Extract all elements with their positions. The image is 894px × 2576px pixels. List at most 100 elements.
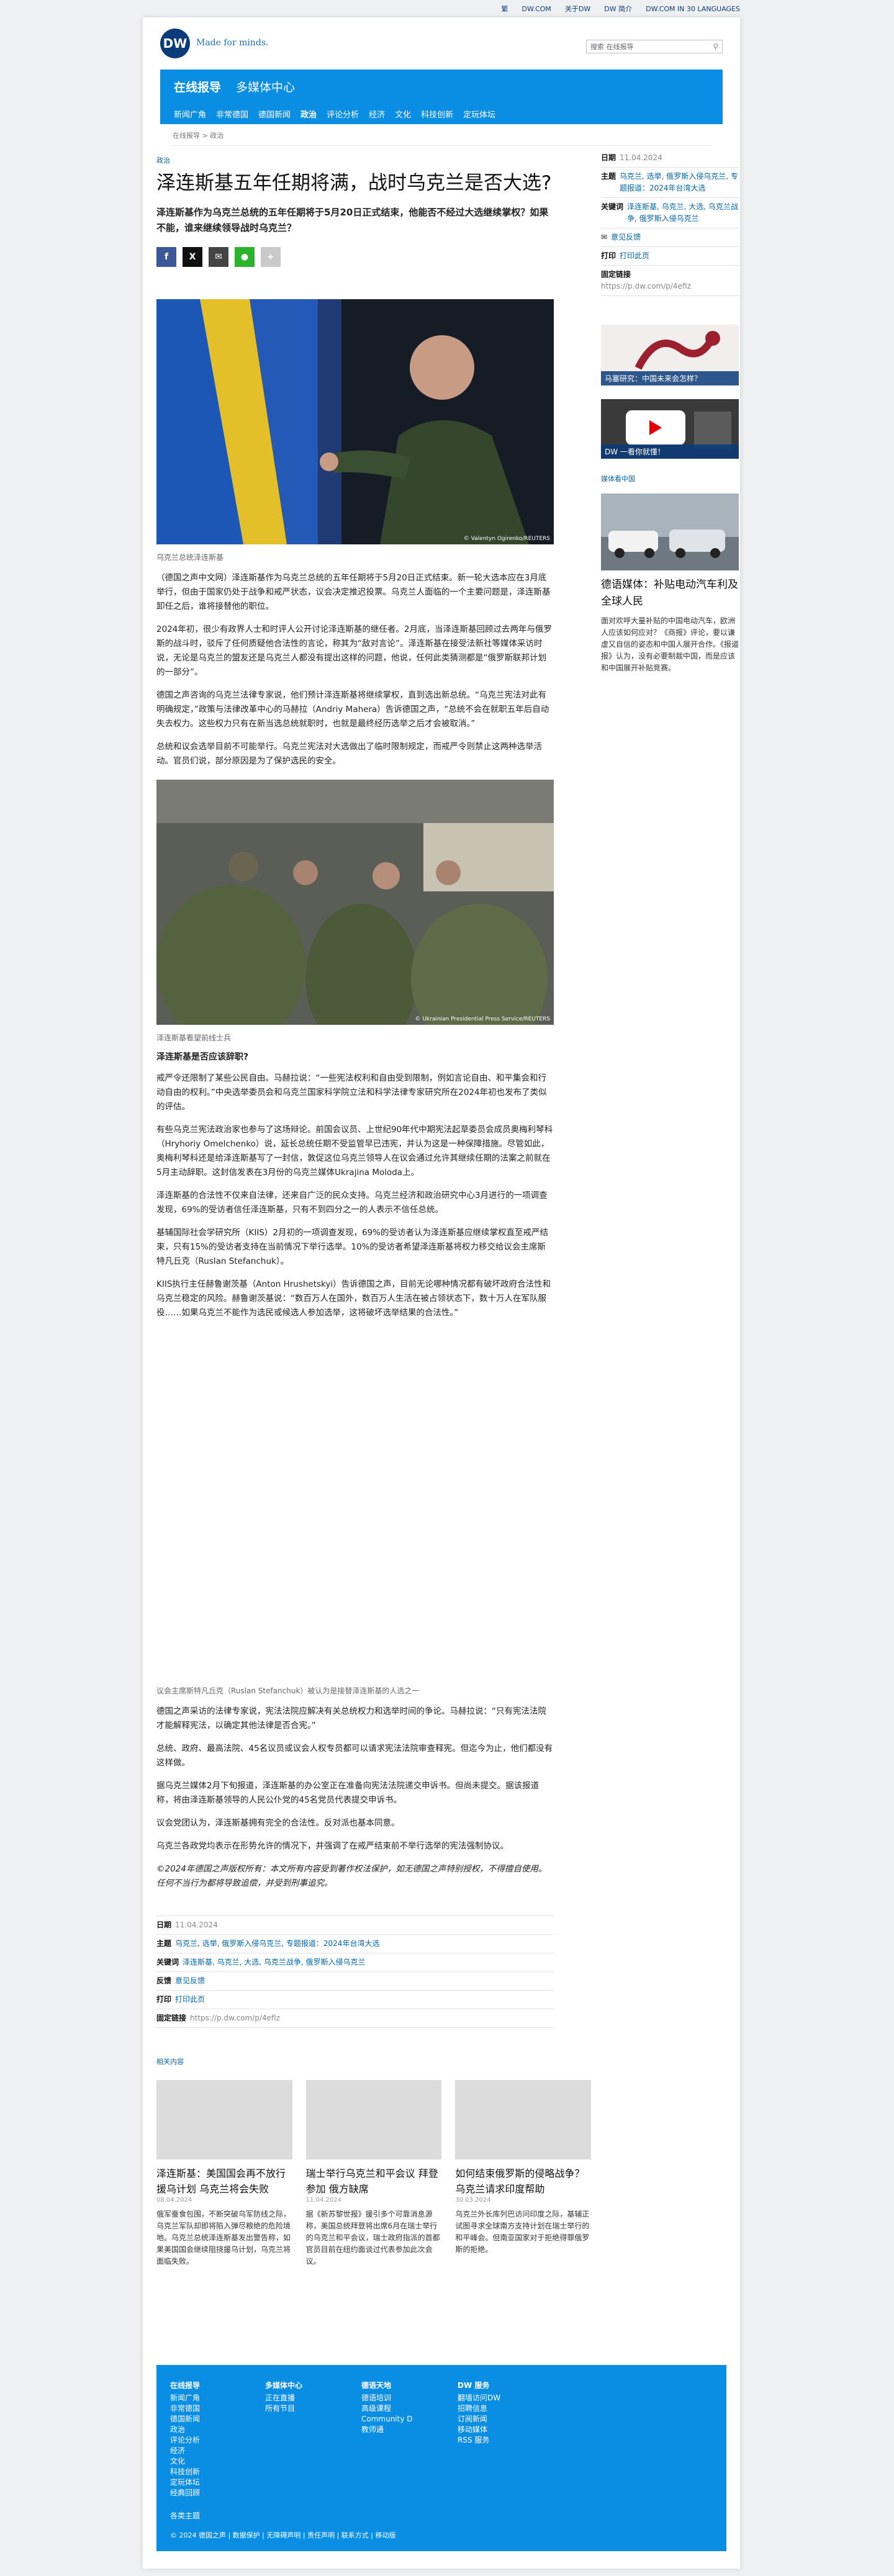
cars-image[interactable] [601,493,739,570]
footer-link[interactable]: 订阅新闻 [458,2414,500,2425]
topbar-link-traditional[interactable]: 繁 [502,4,508,14]
footer-link[interactable]: Community D [361,2414,413,2425]
dw-logo[interactable]: DW [160,29,190,58]
teaser-dw-video[interactable]: DW 一看你就懂！ [601,399,739,459]
side-print[interactable]: 打印此页 [620,250,649,262]
footer-col-title[interactable]: 在线报导 [170,2380,200,2390]
footer-col-title[interactable]: DW 服务 [458,2380,500,2390]
brand-header: DW Made for minds. 搜索 在线报导 ⚲ [143,17,740,70]
footer-link[interactable]: 评论分析 [170,2435,200,2446]
footer-link[interactable]: 教师通 [361,2425,413,2435]
line-icon[interactable]: ● [235,247,255,267]
related-title[interactable]: 如何结束俄罗斯的侵略战争？乌克兰请求印度帮助 [455,2166,591,2197]
search-input[interactable]: 搜索 在线报导 ⚲ [586,40,723,53]
meta-topics[interactable]: 乌克兰, 选举, 俄罗斯入侵乌克兰, 专题报道：2024年台湾大选 [175,1938,379,1950]
nav-item-politics[interactable]: 政治 [300,108,317,120]
side-news-title[interactable]: 德语媒体：补贴电动汽车利及全球人民 [601,577,740,610]
search-icon[interactable]: ⚲ [713,42,718,51]
footer-link[interactable]: 所有节目 [265,2403,302,2414]
article-kicker[interactable]: 政治 [156,155,554,165]
meta-permalink[interactable]: https://p.dw.com/p/4efIz [190,2012,280,2024]
footer-link[interactable]: 招聘信息 [458,2403,500,2414]
facebook-icon[interactable]: f [156,247,176,267]
footer-link[interactable]: 非常德国 [170,2403,200,2414]
footer-link[interactable]: RSS 服务 [458,2435,500,2446]
related-thumbnail[interactable] [305,2080,442,2159]
email-icon[interactable]: ✉ [209,247,228,267]
related-item[interactable]: 泽连斯基：美国国会再不放行援乌计划 乌克兰将会失败 08.04.2024 俄军蚕… [156,2080,292,2268]
hero-image-credit: © Valentyn Ogirenko/REUTERS [463,536,550,542]
footer-col-services: DW 服务 翻墙访问DW 招聘信息 订阅新闻 移动媒体 RSS 服务 [458,2380,500,2446]
topbar-link-languages[interactable]: DW.COM IN 30 LANGUAGES [646,5,740,13]
footer-link[interactable]: 定玩体坛 [170,2477,200,2488]
topbar-link-intro[interactable]: DW 简介 [604,4,632,14]
related-thumbnail[interactable] [455,2080,592,2159]
side-date: 11.04.2024 [620,153,662,162]
nav-item-german-news[interactable]: 德国新闻 [258,108,291,120]
related-item[interactable]: 瑞士举行乌克兰和平会议 拜登参加 俄方缺席 11.04.2024 据《新苏黎世报… [305,2080,442,2268]
nav-item-news[interactable]: 新闻广角 [174,108,206,120]
topbar-link-dwcom[interactable]: DW.COM [522,5,551,13]
page-container: DW Made for minds. 搜索 在线报导 ⚲ 在线报导 多媒体中心 … [143,17,740,2569]
teaser-china-future[interactable]: 马塞研究：中国未来会怎样？ [601,325,739,385]
side-keywords-label: 关键词 [601,202,624,211]
footer-link[interactable]: 政治 [170,2425,200,2435]
related-item[interactable]: 如何结束俄罗斯的侵略战争？乌克兰请求印度帮助 30.03.2024 乌克兰外长库… [455,2080,592,2268]
copyright-notice: ©2024年德国之声版权所有：本文所有内容受到著作权法保护，如无德国之声特别授权… [156,1864,547,1888]
article-meta: 日期 11.04.2024 主题 乌克兰, 选举, 俄罗斯入侵乌克兰, 专题报道：2… [156,1916,554,2028]
footer-link[interactable]: 德语培训 [361,2393,413,2403]
related-title[interactable]: 瑞士举行乌克兰和平会议 拜登参加 俄方缺席 [306,2166,442,2197]
hero-image[interactable]: © Valentyn Ogirenko/REUTERS [156,299,554,544]
article-column: 政治 泽连斯基五年任期将满，战时乌克兰是否大选? 泽连斯基作为乌克兰总统的五年任… [156,155,554,1320]
footer-link[interactable]: 德国新闻 [170,2414,200,2425]
footer-link[interactable]: 翻墙访问DW [458,2393,500,2403]
footer-link[interactable]: 经济 [170,2446,200,2456]
brand-tagline: Made for minds. [196,38,269,48]
footer-col-title[interactable]: 多媒体中心 [265,2380,302,2390]
feedback-icon: ✉ [601,233,608,241]
footer-themes[interactable]: 各类主题 [170,2511,200,2521]
side-keywords[interactable]: 泽连斯基, 乌克兰, 大选, 乌克兰战争, 俄罗斯入侵乌克兰 [627,201,739,225]
x-icon[interactable]: X [183,247,202,267]
topbar-link-about[interactable]: 关于DW [565,4,590,14]
paragraph: 泽连斯基的合法性不仅来自法律，还来自广泛的民众支持。乌克兰经济和政治研究中心3月… [156,1191,548,1215]
footer-link[interactable]: 高级课程 [361,2403,413,2414]
nav-item-germany[interactable]: 非常德国 [216,108,248,120]
paragraph: KIIS执行主任赫鲁谢茨基（Anton Hrushetskyi）告诉德国之声，目… [156,1279,551,1318]
footer-link[interactable]: 移动媒体 [458,2425,500,2435]
meta-keywords[interactable]: 泽连斯基, 乌克兰, 大选, 乌克兰战争, 俄罗斯入侵乌克兰 [183,1957,366,1968]
footer-link[interactable]: 正在直播 [265,2393,302,2403]
soldiers-image-graphic [156,780,554,1025]
footer-col-title[interactable]: 德语天地 [361,2380,413,2390]
nav-item-economy[interactable]: 经济 [369,108,385,120]
more-icon[interactable]: + [261,247,281,267]
meta-permalink-label: 固定链接 [156,2014,187,2022]
footer-link[interactable]: 科技创新 [170,2467,200,2477]
breadcrumb[interactable]: 在线报导 > 政治 [173,130,710,146]
nav-item-science[interactable]: 科技创新 [421,108,453,120]
nav-item-commentary[interactable]: 评论分析 [327,108,359,120]
side-topics[interactable]: 乌克兰, 选举, 俄罗斯入侵乌克兰, 专题报道：2024年台湾大选 [620,171,739,194]
stefanchuk-image[interactable] [156,1433,554,1678]
top-utility-bar: 繁 DW.COM 关于DW DW 简介 DW.COM IN 30 LANGUAG… [0,0,894,17]
related-title[interactable]: 泽连斯基：美国国会再不放行援乌计划 乌克兰将会失败 [156,2166,292,2197]
side-feedback[interactable]: 意见反馈 [611,232,641,243]
share-bar: f X ✉ ● + [156,247,554,267]
related-thumbnail[interactable] [156,2080,292,2159]
nav-multimedia[interactable]: 多媒体中心 [236,78,295,95]
nav-item-culture[interactable]: 文化 [395,108,411,120]
nav-online-reports[interactable]: 在线报导 [174,78,221,95]
nav-item-sports[interactable]: 定玩体坛 [463,108,495,120]
related-date: 11.04.2024 [305,2197,341,2204]
footer-bottom-line[interactable]: © 2024 德国之声 | 数据保护 | 无障碍声明 | 责任声明 | 联系方式… [170,2530,395,2540]
subheading: 泽连斯基是否应该辞职? [156,1052,249,1062]
footer-link[interactable]: 新闻广角 [170,2393,200,2403]
side-permalink[interactable]: https://p.dw.com/p/4efIz [601,281,739,292]
meta-print[interactable]: 打印此页 [175,1994,205,2006]
footer-link[interactable]: 经典回顾 [170,2488,200,2498]
related-text: 俄军蚕食包围，不断突破乌军防线之际，乌克兰军队却即将陷入弹尽粮绝的危险境地。乌克… [156,2210,291,2266]
footer-link[interactable]: 文化 [170,2456,200,2467]
meta-feedback[interactable]: 意见反馈 [175,1975,205,1987]
nav-primary-row: 在线报导 多媒体中心 [160,70,723,103]
soldiers-image[interactable]: © Ukrainian Presidential Press Service/R… [156,780,554,1025]
